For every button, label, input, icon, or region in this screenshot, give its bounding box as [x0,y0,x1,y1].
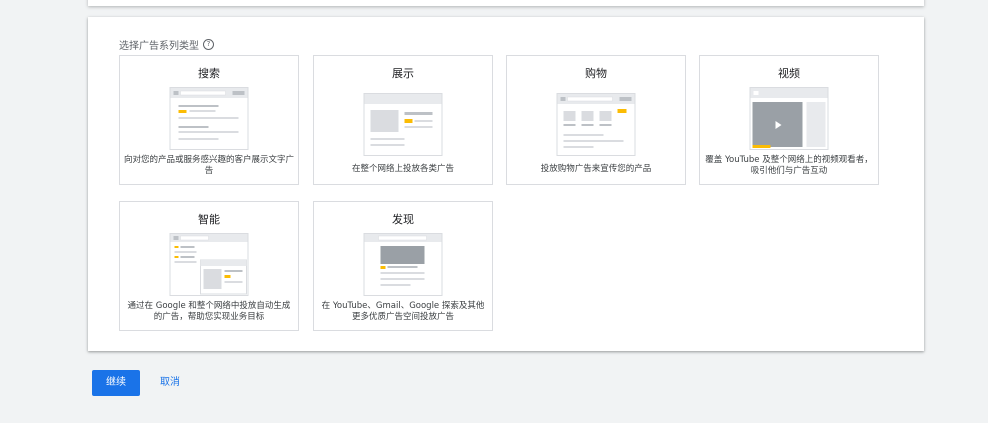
help-icon[interactable]: ? [203,39,214,50]
tile-title: 视频 [778,67,800,80]
display-illustration-icon [363,93,443,156]
tile-description: 向对您的产品或服务感兴趣的客户展示文字广告 [124,155,295,176]
tile-title: 展示 [392,67,414,80]
tile-description: 在 YouTube、Gmail、Google 探索及其他更多优质广告空间投放广告 [321,301,485,322]
campaign-type-search-tile[interactable]: 搜索 向对您的产品或服务感兴趣的客户展示文字广告 [119,55,299,185]
cancel-button[interactable]: 取消 [160,370,180,396]
previous-section-card [88,0,924,6]
campaign-type-smart-tile[interactable]: 智能 通过在 Google 和整个网络中投放自动生成的广告，帮助您实现业务目标 [119,201,299,331]
tile-title: 发现 [392,213,414,226]
continue-button[interactable]: 继续 [92,370,140,396]
tile-title: 购物 [585,67,607,80]
tile-description: 覆盖 YouTube 及整个网络上的视频观看者，吸引他们与广告互动 [705,155,873,176]
campaign-type-card: 选择广告系列类型 ? 搜索 向对您的产品或服务感兴趣的客户展示文字广告 展示 在… [88,17,924,351]
tile-description: 在整个网络上投放各类广告 [351,164,454,174]
campaign-type-label-text: 选择广告系列类型 [119,41,199,52]
tile-description: 通过在 Google 和整个网络中投放自动生成的广告，帮助您实现业务目标 [127,301,291,322]
campaign-type-label: 选择广告系列类型 ? [119,37,214,52]
tile-title: 智能 [198,213,220,226]
campaign-type-shopping-tile[interactable]: 购物 投放购物广告来宣传您的产品 [506,55,686,185]
tile-description: 投放购物广告来宣传您的产品 [540,164,652,174]
search-illustration-icon [169,87,249,150]
video-illustration-icon [749,87,829,150]
campaign-type-video-tile[interactable]: 视频 覆盖 YouTube 及整个网络上的视频观看者，吸引他们与广告互动 [699,55,879,185]
tile-title: 搜索 [198,67,220,80]
campaign-type-discovery-tile[interactable]: 发现 在 YouTube、Gmail、Google 探索及其他更多优质广告空间投… [313,201,493,331]
discovery-illustration-icon [363,233,443,296]
smart-illustration-icon [169,233,249,296]
campaign-type-display-tile[interactable]: 展示 在整个网络上投放各类广告 [313,55,493,185]
shopping-illustration-icon [556,93,636,156]
